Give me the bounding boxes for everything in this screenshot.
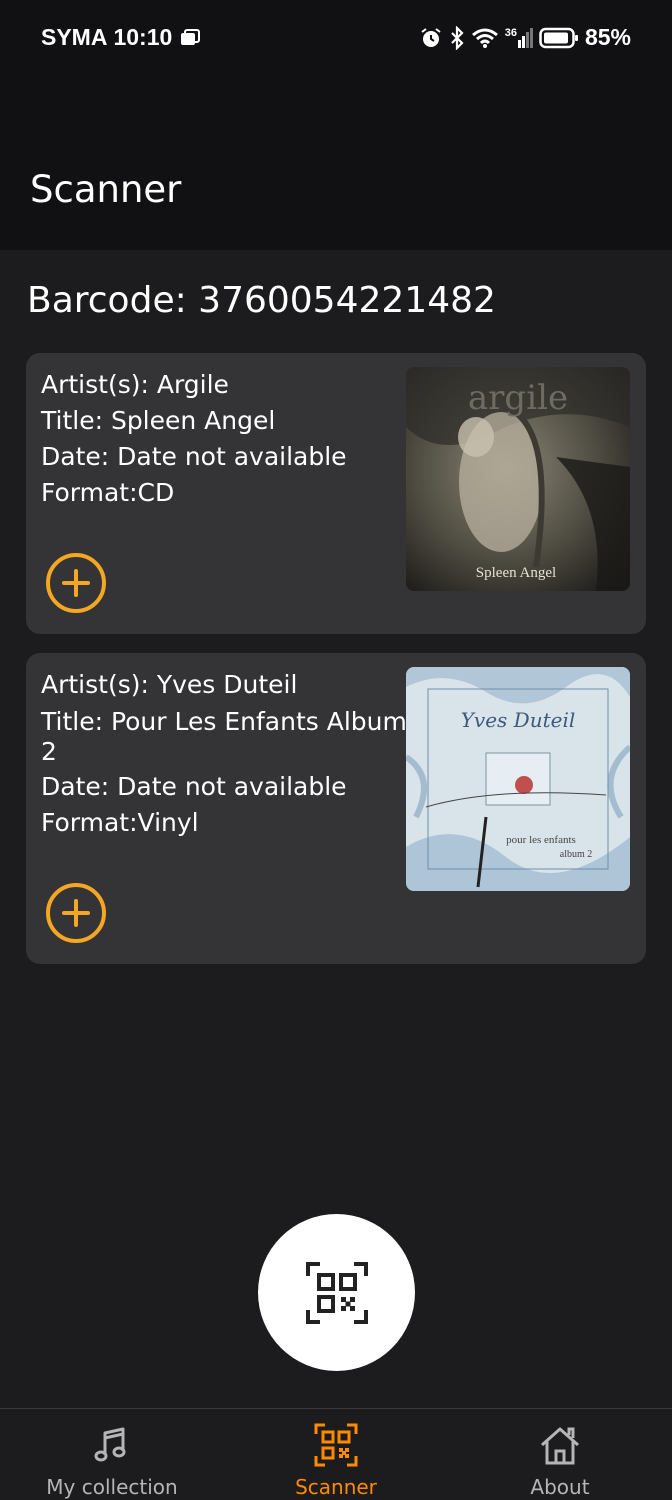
nav-label: About: [530, 1475, 590, 1499]
result-card: Artist(s): Argile Title: Spleen Angel Da…: [26, 353, 646, 634]
status-left: SYMA 10:10: [41, 24, 202, 51]
music-note-icon: [94, 1427, 126, 1462]
title-text-continued: 2: [41, 737, 57, 766]
barcode-label: Barcode: 3760054221482: [27, 280, 496, 321]
format-text: Format:Vinyl: [41, 808, 199, 837]
album-cover: argile Spleen Angel: [406, 367, 630, 591]
qr-scan-icon: [314, 1423, 358, 1467]
artist-text: Artist(s): Argile: [41, 370, 229, 399]
page-title: Scanner: [30, 168, 182, 211]
title-text: Title: Spleen Angel: [41, 406, 276, 435]
add-to-collection-button[interactable]: [46, 553, 106, 613]
wifi-icon: [471, 28, 498, 48]
format-text: Format:CD: [41, 478, 175, 507]
nav-item-scanner[interactable]: Scanner: [224, 1409, 448, 1500]
carrier-label: SYMA: [41, 24, 108, 50]
title-text: Title: Pour Les Enfants Album: [41, 707, 407, 736]
bottom-nav: My collection Scanner About: [0, 1408, 672, 1500]
date-text: Date: Date not available: [41, 772, 347, 801]
add-to-collection-button[interactable]: [46, 883, 106, 943]
result-details: Artist(s): Yves Duteil Title: Pour Les E…: [41, 667, 411, 841]
cover-caption-2: album 2: [560, 849, 593, 860]
app-bar: Scanner: [0, 80, 672, 250]
date-text: Date: Date not available: [41, 442, 347, 471]
status-right: 36 85%: [419, 24, 631, 51]
alarm-icon: [421, 27, 441, 47]
result-card: Artist(s): Yves Duteil Title: Pour Les E…: [26, 653, 646, 964]
album-cover-art: argile Spleen Angel: [406, 367, 630, 591]
bluetooth-icon: [450, 25, 464, 50]
artist-text: Artist(s): Yves Duteil: [41, 670, 298, 699]
cover-logo: Yves Duteil: [461, 708, 576, 732]
battery-percent: 85%: [584, 24, 631, 50]
cover-caption: pour les enfants: [506, 834, 576, 846]
qr-scan-icon: [305, 1261, 368, 1324]
nav-item-about[interactable]: About: [448, 1409, 672, 1500]
album-cover: Yves Duteil pour les enfants album 2: [406, 667, 630, 891]
cover-caption: Spleen Angel: [476, 565, 556, 581]
cell-signal-icon: 36: [504, 26, 533, 48]
album-cover-art: Yves Duteil pour les enfants album 2: [406, 667, 630, 891]
nav-item-my-collection[interactable]: My collection: [0, 1409, 224, 1500]
clock: 10:10: [113, 24, 173, 50]
home-icon: [541, 1427, 579, 1465]
nav-label: Scanner: [295, 1475, 377, 1499]
nav-label: My collection: [46, 1475, 178, 1499]
network-type: 36: [504, 26, 517, 39]
result-details: Artist(s): Argile Title: Spleen Angel Da…: [41, 367, 411, 511]
cover-logo: argile: [468, 378, 568, 418]
notification-icon: [181, 28, 201, 45]
status-bar: SYMA 10:10 36 85%: [0, 0, 672, 80]
battery-icon: [539, 27, 578, 48]
scan-button[interactable]: [258, 1214, 415, 1371]
